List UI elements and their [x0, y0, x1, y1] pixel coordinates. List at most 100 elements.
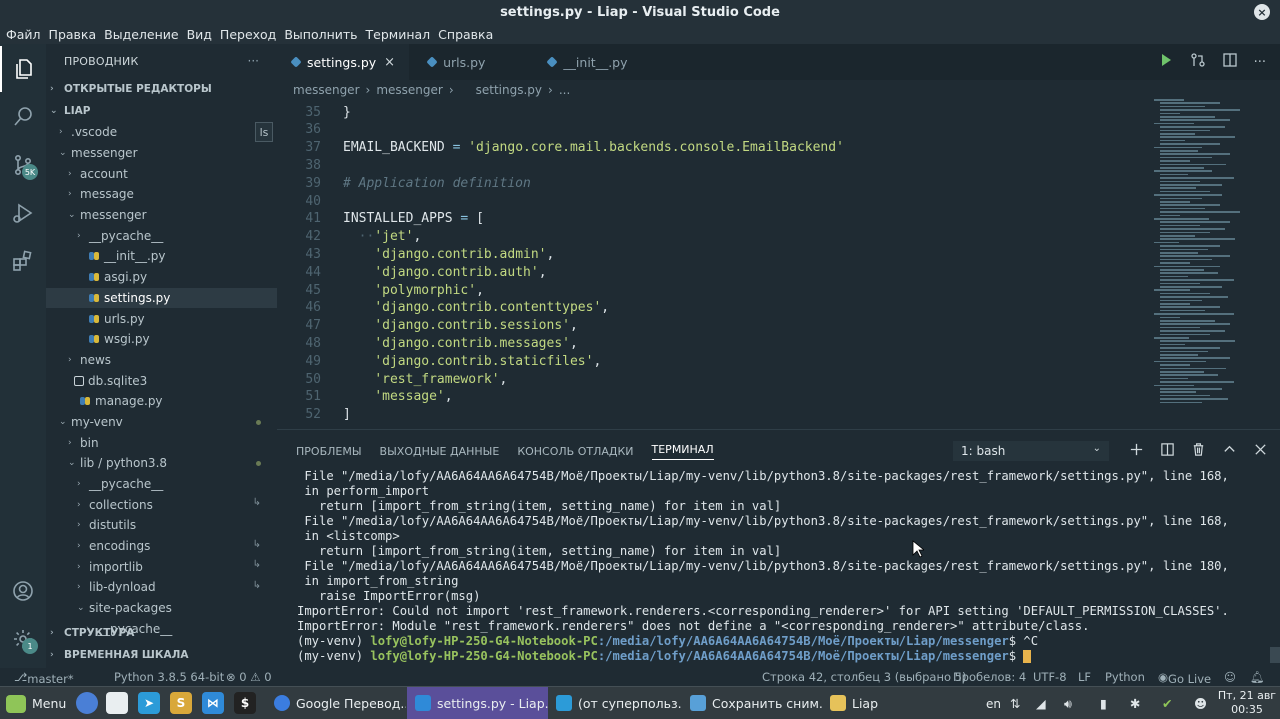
- menu-file[interactable]: Файл: [4, 27, 47, 42]
- tree-item[interactable]: › __pycache__: [46, 225, 277, 246]
- telegram-launcher-icon[interactable]: ➤: [138, 692, 160, 714]
- tree-item[interactable]: ⌄ site-packages: [46, 598, 277, 619]
- new-terminal-icon[interactable]: [1129, 442, 1144, 461]
- tab-problems[interactable]: ПРОБЛЕМЫ: [277, 430, 371, 472]
- terminal-select[interactable]: 1: bash ⌄: [953, 441, 1109, 461]
- maximize-panel-icon[interactable]: [1222, 442, 1237, 461]
- tab-terminal[interactable]: ТЕРМИНАЛ: [643, 430, 723, 472]
- timeline-section[interactable]: › ВРЕМЕННАЯ ШКАЛА: [46, 644, 277, 666]
- breadcrumb-settings-py[interactable]: settings.py: [476, 83, 542, 97]
- settings-gear-icon[interactable]: 1: [0, 616, 46, 662]
- cursor-position-status[interactable]: Строка 42, столбец 3 (выбрано 5): [762, 670, 966, 684]
- terminal-scrollbar[interactable]: [1270, 647, 1280, 663]
- network-icon[interactable]: ⇅: [1010, 687, 1020, 719]
- browser-launcher-icon[interactable]: [76, 692, 98, 714]
- tree-item[interactable]: › message: [46, 184, 277, 205]
- tree-item[interactable]: wsgi.py: [46, 329, 277, 350]
- user-icon[interactable]: ☻: [1194, 687, 1207, 719]
- minimap[interactable]: [1154, 99, 1264, 429]
- tree-item[interactable]: asgi.py: [46, 267, 277, 288]
- vscode-launcher-icon[interactable]: ⋈: [202, 692, 224, 714]
- code-editor[interactable]: 35} 36 37 EMAIL_BACKEND = 'django.core.mail…: [277, 99, 1280, 429]
- tree-item[interactable]: › news: [46, 350, 277, 371]
- source-control-icon[interactable]: 5K: [0, 142, 46, 188]
- trash-icon[interactable]: [1191, 442, 1206, 461]
- breadcrumb-messenger-inner[interactable]: messenger: [376, 83, 443, 97]
- tree-item[interactable]: __init__.py: [46, 246, 277, 267]
- terminal-output[interactable]: File "/media/lofy/AA6A64AA6A64754B/Моё/П…: [297, 469, 1267, 669]
- taskbar-window-liap-folder[interactable]: Liap: [822, 687, 942, 719]
- tree-item[interactable]: › account: [46, 163, 277, 184]
- outline-section[interactable]: › СТРУКТУРА: [46, 622, 277, 644]
- account-icon[interactable]: [0, 568, 46, 614]
- breadcrumb-messenger[interactable]: messenger: [293, 83, 360, 97]
- python-interpreter-status[interactable]: Python 3.8.5 64-bit: [114, 670, 224, 684]
- tree-item[interactable]: ⌄ my-venv: [46, 412, 277, 433]
- tab-init-py[interactable]: __init__.py: [533, 44, 642, 80]
- notifications-icon[interactable]: 🔔︎: [1250, 670, 1265, 684]
- more-actions-icon[interactable]: ···: [1254, 55, 1266, 70]
- menu-terminal[interactable]: Терминал: [364, 27, 437, 42]
- eol-status[interactable]: LF: [1078, 670, 1091, 684]
- problems-status[interactable]: ⊗ 0 ⚠ 0: [226, 670, 272, 684]
- menu-go[interactable]: Переход: [218, 27, 282, 42]
- menu-view[interactable]: Вид: [185, 27, 218, 42]
- tree-item[interactable]: db.sqlite3: [46, 370, 277, 391]
- close-window-button[interactable]: ×: [1254, 4, 1270, 20]
- menu-help[interactable]: Справка: [436, 27, 499, 42]
- go-live-status[interactable]: ◉ Go Live: [1158, 670, 1211, 686]
- tree-item[interactable]: › __pycache__: [46, 474, 277, 495]
- menu-selection[interactable]: Выделение: [102, 27, 184, 42]
- tree-item[interactable]: ⌄ messenger: [46, 205, 277, 226]
- tree-item[interactable]: manage.py: [46, 391, 277, 412]
- split-editor-icon[interactable]: [1222, 52, 1238, 72]
- tree-item[interactable]: › distutils: [46, 515, 277, 536]
- update-shield-icon[interactable]: ✔: [1162, 687, 1172, 719]
- tab-settings-py[interactable]: settings.py ×: [277, 44, 410, 80]
- tree-item[interactable]: ⌄ messenger: [46, 143, 277, 164]
- menu-edit[interactable]: Правка: [47, 27, 103, 42]
- tab-urls-py[interactable]: urls.py: [409, 44, 534, 80]
- extensions-icon[interactable]: [0, 238, 46, 284]
- taskbar-window-vscode[interactable]: settings.py - Liap...: [407, 687, 548, 719]
- terminal-launcher-icon[interactable]: $: [234, 692, 256, 714]
- tree-item[interactable]: settings.py: [46, 287, 277, 309]
- explorer-icon[interactable]: [0, 46, 46, 92]
- split-terminal-icon[interactable]: [1160, 442, 1175, 461]
- menu-run[interactable]: Выполнить: [282, 27, 363, 42]
- tree-item[interactable]: › .vscode: [46, 122, 277, 143]
- feedback-icon[interactable]: ☺: [1224, 670, 1236, 684]
- taskbar-window-google-translate[interactable]: Google Перевод...: [266, 687, 406, 719]
- workspace-root-section[interactable]: ⌄ LIAP: [46, 100, 277, 122]
- open-editors-section[interactable]: › ОТКРЫТЫЕ РЕДАКТОРЫ: [46, 78, 277, 100]
- open-changes-icon[interactable]: [1190, 52, 1206, 72]
- start-menu-button[interactable]: Menu: [6, 687, 66, 719]
- tab-output[interactable]: ВЫХОДНЫЕ ДАННЫЕ: [371, 430, 509, 472]
- language-mode-status[interactable]: Python: [1105, 670, 1145, 684]
- files-launcher-icon[interactable]: [106, 692, 128, 714]
- taskbar-window-telegram[interactable]: (от суперпольз...: [548, 687, 682, 719]
- git-branch-status[interactable]: ⎇ master*: [14, 670, 74, 686]
- tree-item[interactable]: › lib-dynload ↳: [46, 577, 277, 598]
- tab-debug-console[interactable]: КОНСОЛЬ ОТЛАДКИ: [508, 430, 642, 472]
- indentation-status[interactable]: Пробелов: 4: [953, 670, 1026, 684]
- keyboard-layout[interactable]: en: [986, 687, 1001, 719]
- close-icon[interactable]: ×: [384, 55, 395, 70]
- tree-item[interactable]: › importlib ↳: [46, 556, 277, 577]
- encoding-status[interactable]: UTF-8: [1033, 670, 1067, 684]
- breadcrumb-symbols[interactable]: ...: [559, 83, 570, 97]
- bluetooth-icon[interactable]: ✱: [1130, 687, 1140, 719]
- search-icon[interactable]: [0, 94, 46, 140]
- tree-item[interactable]: › collections ↳: [46, 494, 277, 515]
- volume-icon[interactable]: 🔊︎: [1064, 687, 1072, 719]
- tree-item[interactable]: › encodings ↳: [46, 536, 277, 557]
- tree-item[interactable]: ⌄ lib / python3.8: [46, 453, 277, 474]
- run-python-file-icon[interactable]: [1158, 52, 1174, 72]
- more-actions-icon[interactable]: ···: [248, 54, 259, 68]
- clock[interactable]: Пт, 21 авг 00:35: [1216, 689, 1278, 717]
- tree-item[interactable]: › bin: [46, 432, 277, 453]
- battery-icon[interactable]: ▮: [1100, 687, 1107, 719]
- run-debug-icon[interactable]: [0, 190, 46, 236]
- close-panel-icon[interactable]: [1253, 442, 1268, 461]
- taskbar-window-screenshot[interactable]: Сохранить сним...: [682, 687, 822, 719]
